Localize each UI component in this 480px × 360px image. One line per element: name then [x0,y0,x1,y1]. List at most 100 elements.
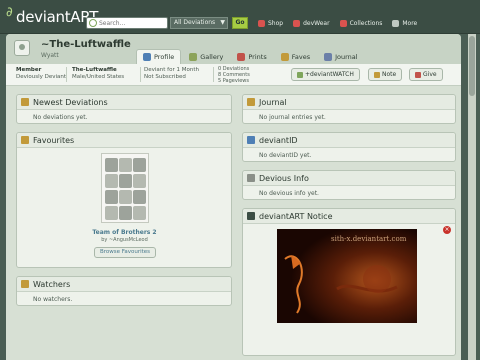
stats-info: 0 Deviations 8 Comments 5 Pageviews [218,66,250,84]
thumb-cell [105,190,118,204]
deviantart-notice-panel: deviantART Notice × sith-x.deviantart.co… [242,208,456,356]
shop-icon [258,19,265,27]
note-icon [374,71,380,78]
search-go-button[interactable]: Go [232,17,248,29]
profile-username[interactable]: ~The-Luftwaffle [41,39,131,50]
page-scrollbar[interactable] [468,34,476,360]
favourites-icon [21,136,29,144]
topnav-shop[interactable]: Shop [258,17,283,29]
notice-artwork [277,229,417,323]
devwear-icon [293,19,301,27]
deviantid-panel: deviantID No deviantID yet. [242,132,456,162]
favourite-title-link[interactable]: Team of Brothers 2 [17,229,232,236]
tab-gallery[interactable]: Gallery [183,49,229,64]
pageviews-count: 5 Pageviews [218,78,249,84]
avatar[interactable] [14,40,30,56]
topnav-collections[interactable]: Collections [339,17,383,29]
panel-title: Newest Deviations [33,97,108,107]
profile-tabs: Profile Gallery Prints Faves Journal [136,49,364,64]
tab-journal[interactable]: Journal [318,49,363,64]
topnav-more-label: More [402,19,418,27]
tab-faves-label: Faves [291,52,311,61]
divider [140,67,141,82]
divider [66,67,67,82]
search-scope-value: All Deviations [174,19,216,26]
scrollbar-thumb[interactable] [469,36,475,96]
thumb-cell [133,174,146,188]
top-nav: Shop devWear Collections More [258,17,417,29]
deviantwatch-label: +deviantWATCH [305,71,354,78]
thumb-cell [119,158,132,172]
panel-header: deviantID [243,133,455,148]
profile-tab-icon [143,53,151,61]
give-button[interactable]: Give [409,68,443,81]
thumb-cell [133,206,146,220]
notice-image-caption: sith-x.deviantart.com [331,235,407,243]
favourite-thumbnail[interactable] [101,153,149,223]
give-icon [415,71,421,78]
collections-icon [339,19,347,27]
search-icon [89,19,97,27]
profile-header: ~The-Luftwaffle Wyatt Profile Gallery Pr… [6,34,461,64]
topnav-devwear-label: devWear [303,19,330,27]
tab-faves[interactable]: Faves [275,49,316,64]
browse-favourites-button[interactable]: Browse Favourites [94,247,156,258]
favourite-author[interactable]: by ~AngusMcLeod [17,237,232,243]
panel-title: Favourites [33,135,75,145]
member-label: Member [16,67,42,73]
note-label: Note [382,71,397,78]
topnav-more[interactable]: More [392,17,417,29]
thumb-cell [105,158,118,172]
panel-body: No watchers. [33,296,73,303]
subscription-status: Not Subscribed [144,74,186,80]
panel-title: deviantART Notice [259,211,333,221]
notice-icon [247,212,255,220]
profile-info-strip: Member Deviously Deviant The-Luftwaffle … [6,64,461,86]
thumb-cell [133,190,146,204]
thumb-cell [105,206,118,220]
deviant-since-info: Deviant for 1 Month Not Subscribed [144,67,199,81]
panel-header: Favourites [17,133,231,148]
note-button[interactable]: Note [368,68,403,81]
search-input[interactable] [99,18,165,28]
chevron-down-icon: ▼ [220,19,225,26]
top-bar: ∂ deviantART All Deviations ▼ Go Shop de… [0,0,480,34]
topnav-shop-label: Shop [268,19,284,27]
search-scope-select[interactable]: All Deviations ▼ [170,17,228,29]
close-icon[interactable]: × [443,226,451,234]
devious-info-panel: Devious Info No devious info yet. [242,170,456,200]
search-box[interactable] [86,17,168,29]
member-value: Deviously Deviant [16,74,67,80]
profile-realname: Wyatt [41,52,59,59]
notice-image[interactable]: sith-x.deviantart.com [277,229,417,323]
panel-body: No journal entries yet. [259,114,326,121]
journal-icon [247,98,255,106]
give-label: Give [423,71,437,78]
profile-frame: ~The-Luftwaffle Wyatt Profile Gallery Pr… [6,34,461,360]
tab-gallery-label: Gallery [200,52,224,61]
watchers-icon [21,280,29,288]
panel-header: Watchers [17,277,231,292]
panel-title: Devious Info [259,173,309,183]
tab-profile[interactable]: Profile [136,49,182,64]
favourites-panel: Favourites Team of Brothers 2 by ~AngusM… [16,132,232,268]
watchers-panel: Watchers No watchers. [16,276,232,306]
name-info: The-Luftwaffle Male/United States [72,67,124,81]
thumb-cell [133,158,146,172]
panel-title: deviantID [259,135,298,145]
faves-tab-icon [280,52,289,61]
divider [213,67,214,82]
panel-title: Watchers [33,279,71,289]
deviantwatch-button[interactable]: +deviantWATCH [291,68,360,81]
topnav-collections-label: Collections [349,19,383,27]
deviations-icon [21,98,29,106]
info-icon [247,174,255,182]
topnav-devwear[interactable]: devWear [293,17,330,29]
logo-glyph-icon: ∂ [6,5,13,20]
newest-deviations-panel: Newest Deviations No deviations yet. [16,94,232,124]
journal-panel: Journal No journal entries yet. [242,94,456,124]
tab-prints[interactable]: Prints [231,49,272,64]
panel-title: Journal [259,97,287,107]
panel-header: deviantART Notice [243,209,455,224]
deviantart-logo[interactable]: ∂ deviantART [6,5,98,29]
